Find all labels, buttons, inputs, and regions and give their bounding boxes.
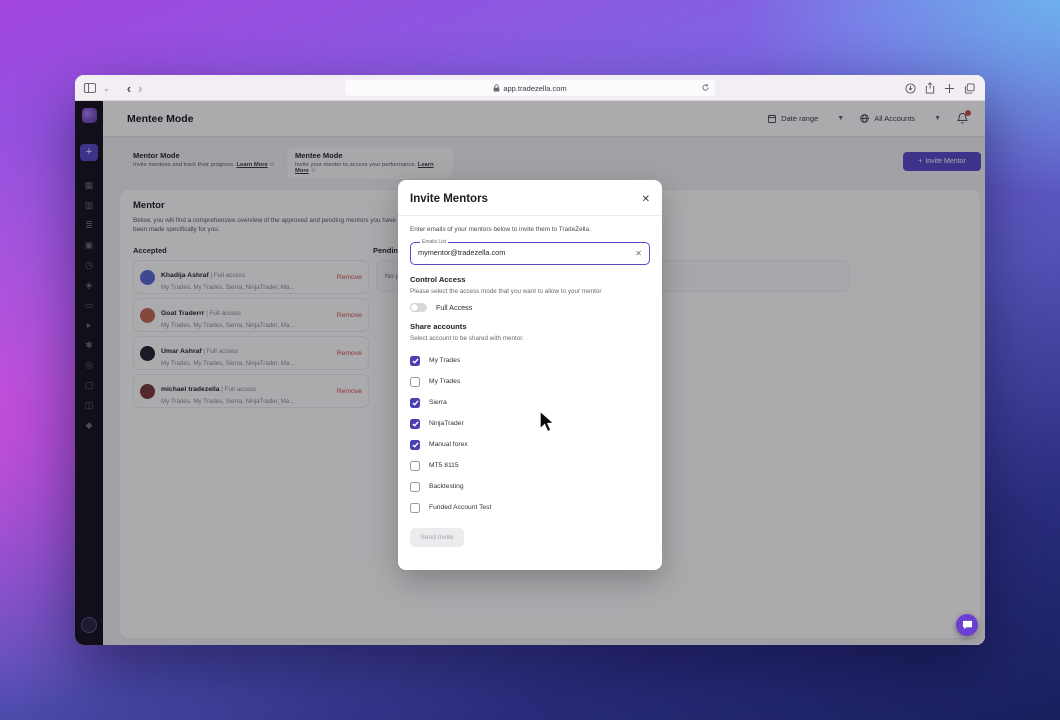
account-checkbox-row[interactable]: Sierra [410, 392, 650, 413]
emails-input[interactable] [418, 248, 628, 257]
chat-launcher-button[interactable] [956, 614, 978, 636]
control-access-title: Control Access [410, 275, 650, 284]
reload-icon[interactable] [701, 83, 710, 92]
account-label: My Trades [429, 378, 460, 385]
checkbox-icon[interactable] [410, 461, 420, 471]
close-icon[interactable]: ✕ [642, 194, 650, 205]
browser-toolbar: ⌄ ‹ › app.tradezella.com [75, 75, 985, 101]
checkbox-icon[interactable] [410, 356, 420, 366]
account-label: NinjaTrader [429, 420, 464, 427]
full-access-toggle[interactable] [410, 303, 427, 312]
control-access-subtitle: Please select the access mode that you w… [410, 288, 650, 295]
tab-overview-icon[interactable] [964, 83, 975, 94]
downloads-icon[interactable] [905, 83, 916, 94]
account-label: Sierra [429, 399, 447, 406]
chat-bubble-icon [962, 620, 973, 630]
send-invite-button[interactable]: Send Invite [410, 528, 464, 547]
modal-title: Invite Mentors [410, 193, 488, 205]
account-label: My Trades [429, 357, 460, 364]
mouse-cursor [538, 410, 556, 434]
checkbox-icon[interactable] [410, 503, 420, 513]
browser-window: ⌄ ‹ › app.tradezella.com + ▦▥≣▣◷◈▭▸✱◎▢◫◆ [75, 75, 985, 645]
share-accounts-subtitle: Select account to be shared with mentor. [410, 335, 650, 342]
account-checkbox-row[interactable]: My Trades [410, 371, 650, 392]
modal-description: Enter emails of your mentors below to in… [410, 226, 650, 233]
checkbox-icon[interactable] [410, 482, 420, 492]
invite-mentors-modal: Invite Mentors ✕ Enter emails of your me… [398, 180, 662, 570]
emails-field-label: Emails List [420, 239, 448, 245]
checkbox-icon[interactable] [410, 440, 420, 450]
lock-icon [493, 84, 500, 92]
toggle-knob [411, 304, 418, 311]
full-access-label: Full Access [436, 303, 472, 312]
sidebar-dropdown-chevron-icon[interactable]: ⌄ [103, 84, 110, 93]
new-tab-icon[interactable] [944, 83, 955, 94]
checkbox-icon[interactable] [410, 419, 420, 429]
address-bar[interactable]: app.tradezella.com [345, 80, 715, 96]
back-button[interactable]: ‹ [127, 82, 131, 95]
forward-button[interactable]: › [138, 82, 142, 95]
account-label: Manual forex [429, 441, 468, 448]
account-checkbox-row[interactable]: Manual forex [410, 434, 650, 455]
share-accounts-title: Share accounts [410, 322, 650, 331]
account-label: Funded Account Test [429, 504, 491, 511]
account-checkbox-row[interactable]: Funded Account Test [410, 497, 650, 518]
account-checkbox-row[interactable]: Backtesting [410, 476, 650, 497]
account-label: MT5 8115 [429, 462, 459, 469]
account-checkbox-row[interactable]: My Trades [410, 350, 650, 371]
account-label: Backtesting [429, 483, 464, 490]
share-icon[interactable] [925, 82, 935, 94]
checkbox-icon[interactable] [410, 398, 420, 408]
emails-field[interactable]: Emails List ✕ [410, 239, 650, 265]
clear-input-icon[interactable]: ✕ [635, 249, 642, 258]
account-checkbox-row[interactable]: MT5 8115 [410, 455, 650, 476]
account-checkbox-list: My Trades My Trades Sierra [410, 350, 650, 518]
divider [398, 215, 662, 216]
account-checkbox-row[interactable]: NinjaTrader [410, 413, 650, 434]
browser-sidebar-toggle-icon[interactable] [84, 83, 96, 93]
url-text: app.tradezella.com [503, 84, 566, 93]
checkbox-icon[interactable] [410, 377, 420, 387]
